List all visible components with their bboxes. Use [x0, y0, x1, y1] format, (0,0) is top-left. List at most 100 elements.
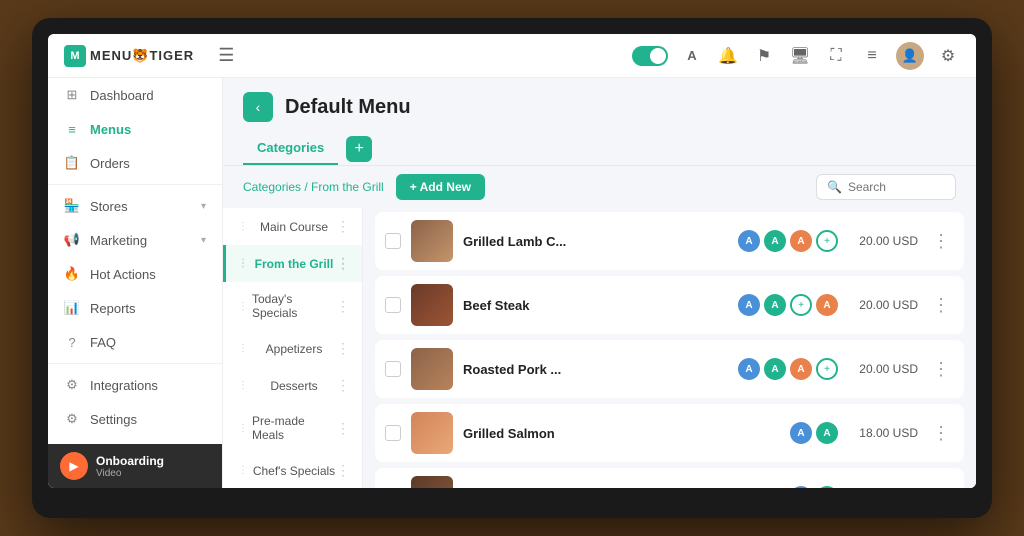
- cat-menu-icon[interactable]: ⋮: [336, 377, 350, 394]
- category-label: Appetizers: [266, 342, 323, 356]
- cat-menu-icon[interactable]: ⋮: [336, 218, 350, 235]
- sidebar-item-stores[interactable]: 🏪 Stores: [48, 189, 222, 223]
- item-badges: A A: [790, 422, 838, 444]
- badge-blue: A: [738, 230, 760, 252]
- sidebar-item-faq[interactable]: ? FAQ: [48, 325, 222, 359]
- menu-item-row: Beef Steak A A + A 20.00 USD ⋮: [375, 276, 964, 334]
- main-layout: ⊞ Dashboard ≡ Menus 📋 Orders 🏪 Stores: [48, 78, 976, 488]
- more-menu-icon[interactable]: ⋮: [928, 231, 954, 252]
- sidebar-item-hotactions[interactable]: 🔥 Hot Actions: [48, 257, 222, 291]
- sidebar-item-label: FAQ: [90, 335, 116, 350]
- category-item-todays-specials[interactable]: ⋮ Today's Specials ⋮: [223, 282, 362, 330]
- flag-icon[interactable]: ⚑: [752, 44, 776, 68]
- cat-menu-icon[interactable]: ⋮: [336, 462, 350, 479]
- category-item-from-the-grill[interactable]: ⋮ From the Grill ⋮: [223, 245, 362, 282]
- onboarding-text: Onboarding Video: [96, 454, 164, 479]
- gear-icon[interactable]: ⚙: [936, 44, 960, 68]
- laptop-frame: M MENU🐯TIGER ☰ A 🔔 ⚑ 🖥 ⛶ ≡ 👤 ⚙ ⊞: [32, 18, 992, 518]
- content-area: ‹ Default Menu Categories + Categories /…: [223, 78, 976, 488]
- menu-icon[interactable]: ≡: [860, 44, 884, 68]
- topbar: M MENU🐯TIGER ☰ A 🔔 ⚑ 🖥 ⛶ ≡ 👤 ⚙: [48, 34, 976, 78]
- add-new-button[interactable]: + Add New: [396, 174, 485, 200]
- item-price: 20.00 USD: [848, 234, 918, 248]
- category-label: Desserts: [270, 379, 317, 393]
- category-item-desserts[interactable]: ⋮ Desserts ⋮: [223, 367, 362, 404]
- search-input[interactable]: [848, 180, 945, 194]
- settings-icon: ⚙: [64, 411, 80, 427]
- sidebar-item-label: Hot Actions: [90, 267, 156, 282]
- category-label: Main Course: [260, 220, 328, 234]
- topbar-right: A 🔔 ⚑ 🖥 ⛶ ≡ 👤 ⚙: [632, 42, 960, 70]
- sub-nav: Categories / From the Grill + Add New 🔍: [223, 166, 976, 208]
- avatar[interactable]: 👤: [896, 42, 924, 70]
- badge-blue: A: [790, 486, 812, 488]
- sidebar-item-label: Stores: [90, 199, 128, 214]
- sidebar-item-integrations[interactable]: ⚙ Integrations: [48, 368, 222, 402]
- faq-icon: ?: [64, 334, 80, 350]
- item-checkbox[interactable]: [385, 297, 401, 313]
- category-nav: Categories +: [223, 132, 976, 166]
- onboarding-bar[interactable]: ▶ Onboarding Video: [48, 444, 222, 488]
- category-item-main-course[interactable]: ⋮ Main Course ⋮: [223, 208, 362, 245]
- sidebar-item-orders[interactable]: 📋 Orders: [48, 146, 222, 180]
- badge-green-outline: +: [816, 230, 838, 252]
- cat-menu-icon[interactable]: ⋮: [336, 340, 350, 357]
- sidebar-item-dashboard[interactable]: ⊞ Dashboard: [48, 78, 222, 112]
- add-tab-button[interactable]: +: [346, 136, 372, 162]
- hotactions-icon: 🔥: [64, 266, 80, 282]
- drag-handle: ⋮: [238, 423, 248, 434]
- sidebar-item-label: Settings: [90, 412, 137, 427]
- sidebar-item-settings[interactable]: ⚙ Settings: [48, 402, 222, 436]
- category-item-chefs-specials[interactable]: ⋮ Chef's Specials ⋮: [223, 452, 362, 488]
- translate-icon[interactable]: A: [680, 44, 704, 68]
- item-checkbox[interactable]: [385, 233, 401, 249]
- marketing-icon: 📢: [64, 232, 80, 248]
- cat-menu-icon[interactable]: ⋮: [336, 298, 350, 315]
- monitor-icon[interactable]: 🖥: [788, 44, 812, 68]
- item-name: Grilled Salmon: [463, 426, 780, 441]
- hamburger-icon[interactable]: ☰: [210, 41, 242, 70]
- onboarding-play-icon: ▶: [60, 452, 88, 480]
- item-checkbox[interactable]: [385, 361, 401, 377]
- badge-orange: A: [790, 358, 812, 380]
- sidebar-item-reports[interactable]: 📊 Reports: [48, 291, 222, 325]
- sidebar-item-marketing[interactable]: 📢 Marketing: [48, 223, 222, 257]
- expand-icon[interactable]: ⛶: [824, 44, 848, 68]
- item-badges: A A + A: [738, 294, 838, 316]
- toggle-switch[interactable]: [632, 46, 668, 66]
- onboarding-title: Onboarding: [96, 454, 164, 468]
- more-menu-icon[interactable]: ⋮: [928, 359, 954, 380]
- drag-handle: ⋮: [238, 301, 248, 312]
- more-menu-icon[interactable]: ⋮: [928, 295, 954, 316]
- category-label: From the Grill: [255, 257, 334, 271]
- back-button[interactable]: ‹: [243, 92, 273, 122]
- sidebar-item-menus[interactable]: ≡ Menus: [48, 112, 222, 146]
- search-icon: 🔍: [827, 180, 842, 194]
- onboarding-subtitle: Video: [96, 468, 164, 479]
- item-thumbnail: [411, 348, 453, 390]
- item-thumbnail: [411, 476, 453, 488]
- two-panel: ⋮ Main Course ⋮ ⋮ From the Grill ⋮ ⋮ Tod…: [223, 208, 976, 488]
- orders-icon: 📋: [64, 155, 80, 171]
- cat-menu-icon[interactable]: ⋮: [336, 255, 350, 272]
- breadcrumb: Categories / From the Grill: [243, 180, 384, 194]
- more-menu-icon[interactable]: ⋮: [928, 423, 954, 444]
- menu-item-row: Grilled Salmon A A 18.00 USD ⋮: [375, 404, 964, 462]
- category-item-appetizers[interactable]: ⋮ Appetizers ⋮: [223, 330, 362, 367]
- item-thumbnail: [411, 220, 453, 262]
- item-badges: A A: [790, 486, 838, 488]
- item-price: 20.00 USD: [848, 298, 918, 312]
- item-checkbox[interactable]: [385, 425, 401, 441]
- badge-orange: A: [790, 230, 812, 252]
- tab-categories[interactable]: Categories: [243, 132, 338, 165]
- cat-menu-icon[interactable]: ⋮: [336, 420, 350, 437]
- sidebar-item-label: Marketing: [90, 233, 147, 248]
- breadcrumb-text: Categories / From the Grill: [243, 180, 384, 194]
- category-item-premade[interactable]: ⋮ Pre-made Meals ⋮: [223, 404, 362, 452]
- integrations-icon: ⚙: [64, 377, 80, 393]
- menu-item-row: Roasted Pork ... A A A + 20.00 USD ⋮: [375, 340, 964, 398]
- bell-icon[interactable]: 🔔: [716, 44, 740, 68]
- item-price: 20.00 USD: [848, 362, 918, 376]
- more-menu-icon[interactable]: ⋮: [928, 487, 954, 489]
- sidebar: ⊞ Dashboard ≡ Menus 📋 Orders 🏪 Stores: [48, 78, 223, 488]
